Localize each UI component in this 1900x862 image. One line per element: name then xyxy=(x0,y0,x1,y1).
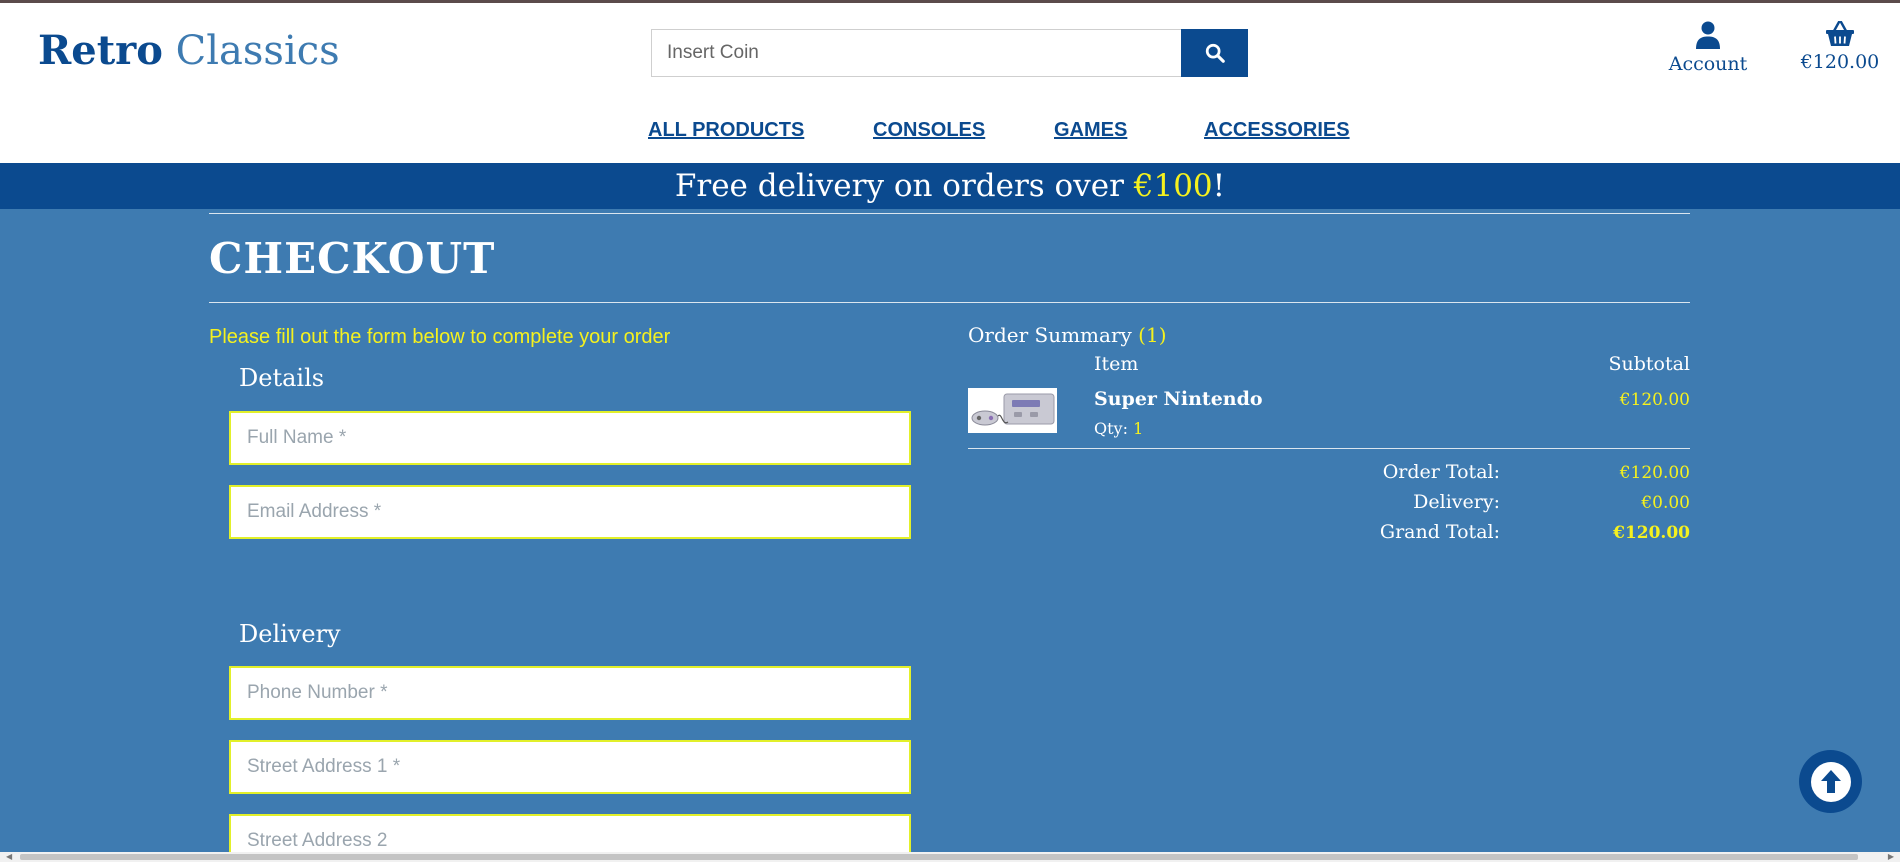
scroll-right-arrow-icon[interactable]: ▶ xyxy=(1888,852,1894,862)
order-total-value: €120.00 xyxy=(1619,463,1690,483)
full-name-field[interactable] xyxy=(229,411,911,465)
banner-text: Free delivery on orders over xyxy=(674,168,1134,204)
banner-amount: €100 xyxy=(1133,168,1213,204)
site-header: Retro Classics Account €120.00 AL xyxy=(0,3,1900,163)
site-logo[interactable]: Retro Classics xyxy=(38,27,340,74)
grand-total-value: €120.00 xyxy=(1613,523,1690,543)
street-address-1-field[interactable] xyxy=(229,740,911,794)
details-heading: Details xyxy=(239,364,325,392)
back-to-top-button[interactable] xyxy=(1799,750,1862,813)
delivery-banner: Free delivery on orders over €100! xyxy=(0,163,1900,209)
main-nav: ALL PRODUCTS CONSOLES GAMES ACCESSORIES xyxy=(0,119,1900,149)
nav-games[interactable]: GAMES xyxy=(1054,119,1127,142)
arrow-up-circle-icon xyxy=(1810,761,1851,802)
summary-heading-label: Order Summary xyxy=(968,323,1132,347)
summary-count: (1) xyxy=(1138,323,1167,347)
col-item-header: Item xyxy=(1094,353,1139,375)
scroll-left-arrow-icon[interactable]: ◀ xyxy=(6,852,12,862)
shopping-bag-link[interactable]: €120.00 xyxy=(1790,21,1890,73)
bag-total: €120.00 xyxy=(1800,51,1880,73)
product-image xyxy=(968,388,1057,433)
horizontal-scrollbar[interactable]: ◀ ▶ xyxy=(0,852,1900,862)
nav-all-products[interactable]: ALL PRODUCTS xyxy=(648,119,804,142)
search-icon xyxy=(1205,43,1225,63)
console-image xyxy=(971,393,1055,426)
order-summary-heading: Order Summary (1) xyxy=(968,323,1167,347)
col-subtotal-header: Subtotal xyxy=(1608,353,1690,375)
delivery-value: €0.00 xyxy=(1641,493,1690,513)
logo-part-1: Retro xyxy=(38,27,163,74)
search-input[interactable] xyxy=(651,29,1181,77)
product-qty: Qty: 1 xyxy=(1094,419,1143,438)
email-field[interactable] xyxy=(229,485,911,539)
account-link[interactable]: Account xyxy=(1662,21,1754,75)
nav-consoles[interactable]: CONSOLES xyxy=(873,119,985,142)
product-subtotal: €120.00 xyxy=(1619,390,1690,410)
scrollbar-thumb[interactable] xyxy=(20,854,1858,860)
delivery-label: Delivery: xyxy=(1413,491,1500,513)
delivery-heading: Delivery xyxy=(239,620,341,648)
qty-label: Qty: xyxy=(1094,419,1128,438)
product-name[interactable]: Super Nintendo xyxy=(1094,388,1263,410)
grand-total-label: Grand Total: xyxy=(1379,521,1500,543)
form-instructions: Please fill out the form below to comple… xyxy=(209,326,671,348)
divider-top xyxy=(209,213,1690,214)
search-button[interactable] xyxy=(1181,29,1248,77)
page-title: CHECKOUT xyxy=(209,234,496,283)
nav-accessories[interactable]: ACCESSORIES xyxy=(1204,119,1350,142)
banner-suffix: ! xyxy=(1212,168,1226,204)
phone-field[interactable] xyxy=(229,666,911,720)
summary-divider xyxy=(968,448,1690,449)
logo-part-2: Classics xyxy=(175,28,340,74)
divider-title xyxy=(209,302,1690,303)
account-label: Account xyxy=(1668,53,1748,75)
basket-icon xyxy=(1826,21,1854,46)
search-form xyxy=(651,29,1248,77)
qty-value: 1 xyxy=(1133,419,1144,438)
user-icon xyxy=(1696,21,1720,49)
order-total-label: Order Total: xyxy=(1382,461,1500,483)
